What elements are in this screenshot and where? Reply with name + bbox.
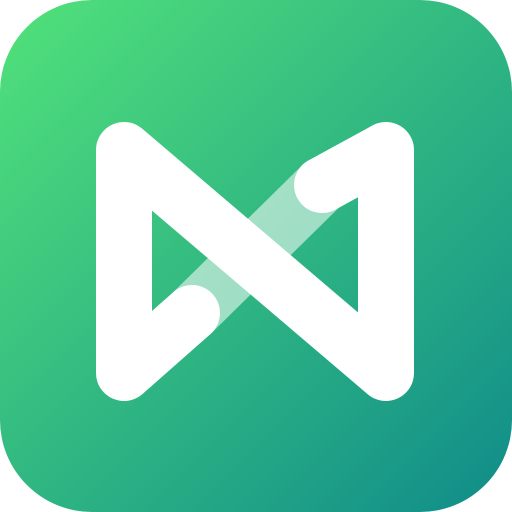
- app-icon: [0, 0, 512, 512]
- app-logo-icon: [0, 0, 512, 512]
